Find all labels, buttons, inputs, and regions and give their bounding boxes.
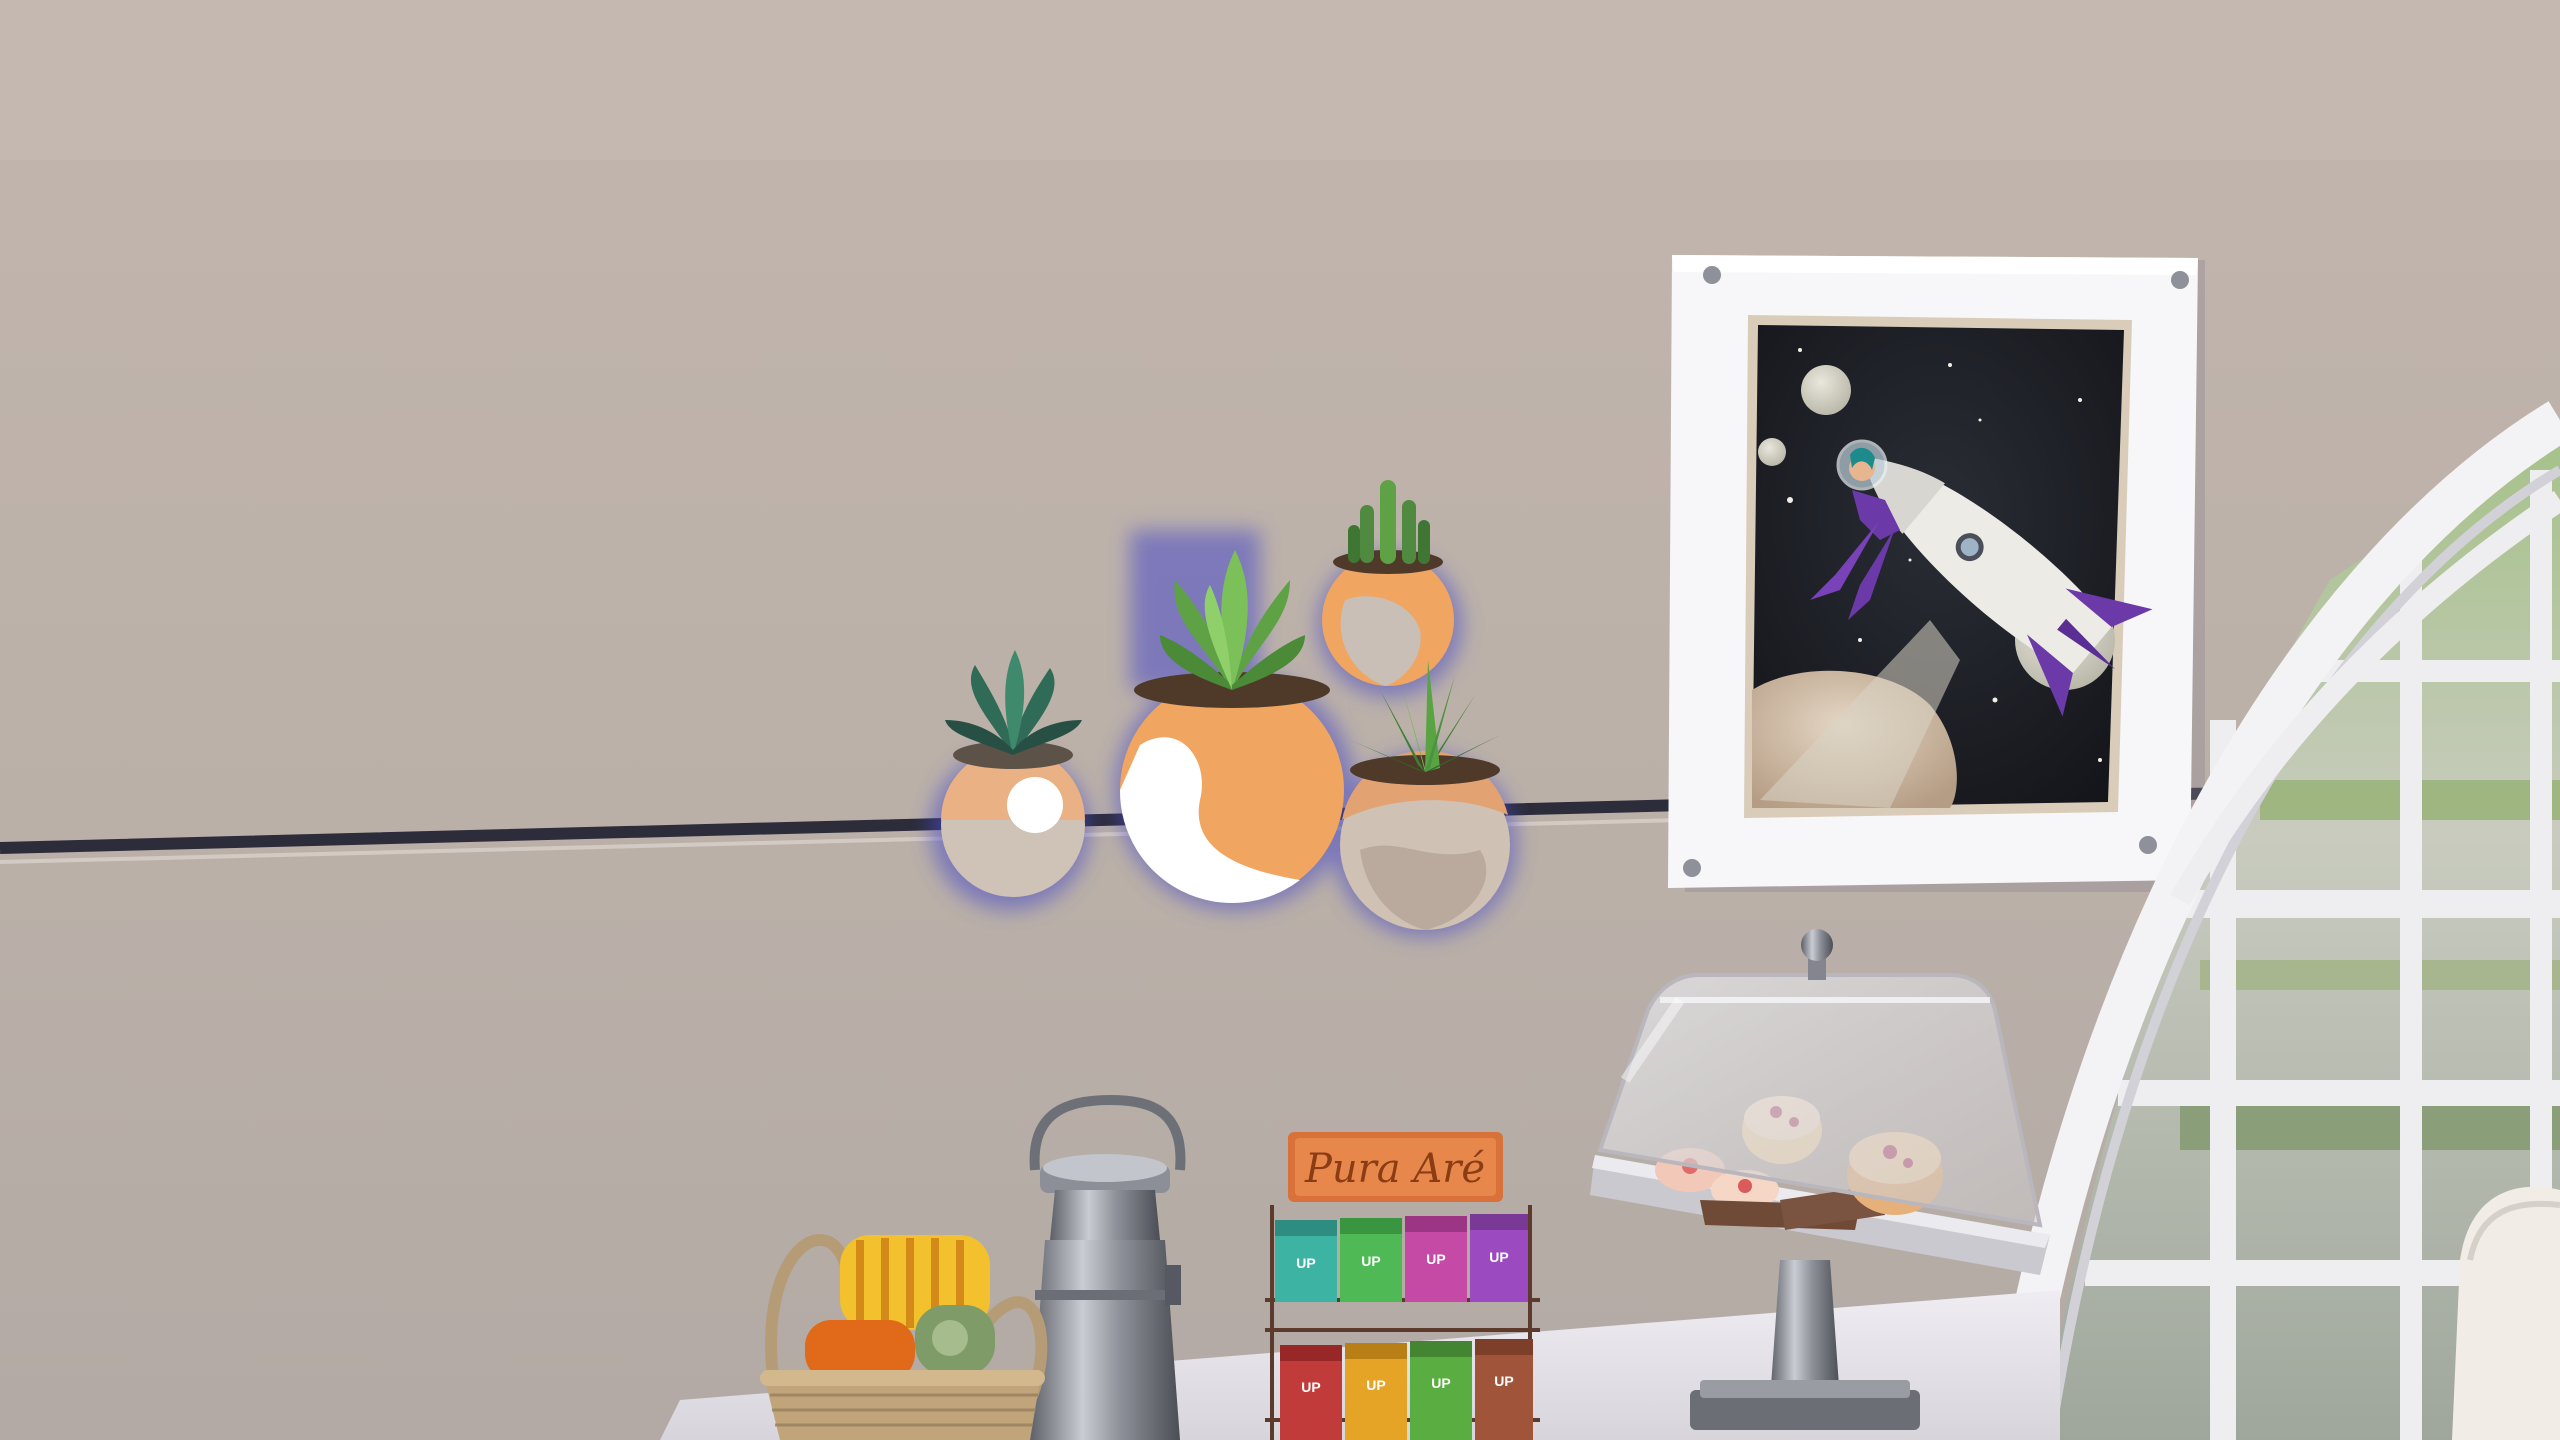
wall-shade <box>0 0 2560 160</box>
space-rocket-poster[interactable] <box>1668 255 2205 892</box>
svg-text:UP: UP <box>1296 1255 1315 1271</box>
scene-canvas: Pura Aré UP UP UP UP UP UP UP UP <box>0 0 2560 1440</box>
tea-sign: Pura Aré <box>1288 1132 1503 1202</box>
svg-text:UP: UP <box>1366 1377 1385 1393</box>
svg-text:UP: UP <box>1494 1373 1513 1389</box>
tea-boxes-row1: UP UP UP UP <box>1275 1214 1528 1302</box>
svg-text:UP: UP <box>1426 1251 1445 1267</box>
tea-boxes-row2: UP UP UP UP <box>1280 1339 1533 1440</box>
planet-tiny <box>1758 438 1786 466</box>
planet-small <box>1801 365 1851 415</box>
svg-text:UP: UP <box>1431 1375 1450 1391</box>
svg-text:UP: UP <box>1489 1249 1508 1265</box>
game-viewport[interactable]: Pura Aré UP UP UP UP UP UP UP UP <box>0 0 2560 1440</box>
svg-text:UP: UP <box>1361 1253 1380 1269</box>
svg-text:UP: UP <box>1301 1379 1320 1395</box>
tea-sign-label: Pura Aré <box>1304 1146 1485 1192</box>
